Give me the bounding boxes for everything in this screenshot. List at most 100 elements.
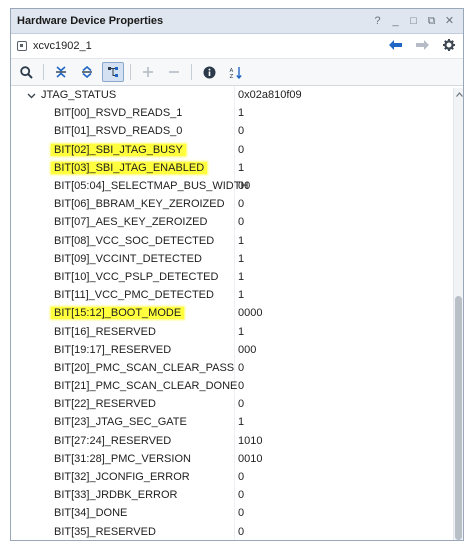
collapse-all-icon[interactable] (50, 62, 72, 82)
help-icon[interactable]: ? (372, 15, 383, 27)
tree-view-icon[interactable] (102, 62, 124, 82)
table-row[interactable]: BIT[23]_JTAG_SEC_GATE 1 (11, 413, 463, 432)
property-value: 0 (238, 489, 245, 502)
property-name: BIT[35]_RESERVED (54, 525, 156, 538)
hardware-device-properties-window: Hardware Device Properties ? _ □ ⧉ ✕ xcv… (10, 8, 464, 541)
title-bar: Hardware Device Properties ? _ □ ⧉ ✕ (11, 9, 463, 34)
info-icon[interactable] (198, 62, 220, 82)
property-name: BIT[03]_SBI_JTAG_ENABLED (11, 161, 234, 174)
property-name: BIT[31:28]_PMC_VERSION (54, 452, 191, 465)
toolbar-separator (130, 64, 131, 80)
table-row[interactable]: BIT[33]_JRDBK_ERROR 0 (11, 486, 463, 505)
property-value: 0 (238, 125, 245, 138)
property-value: 000 (238, 343, 257, 356)
table-row[interactable]: BIT[09]_VCCINT_DETECTED 1 (11, 249, 463, 268)
property-value: 1 (238, 270, 245, 283)
forward-arrow-icon[interactable] (416, 39, 429, 53)
table-row[interactable]: BIT[00]_RSVD_READS_1 1 (11, 104, 463, 123)
property-value: 0x02a810f09 (238, 89, 302, 102)
table-row[interactable]: BIT[01]_RSVD_READS_0 0 (11, 122, 463, 141)
window-title: Hardware Device Properties (17, 15, 164, 27)
table-row[interactable]: BIT[22]_RESERVED 0 (11, 395, 463, 414)
sort-icon[interactable]: AZ (224, 62, 246, 82)
table-row[interactable]: BIT[02]_SBI_JTAG_BUSY 0 (11, 140, 463, 159)
property-name: BIT[05:04]_SELECTMAP_BUS_WIDTH (54, 180, 249, 193)
property-value: 0 (238, 507, 245, 520)
property-name: BIT[32]_JCONFIG_ERROR (54, 471, 190, 484)
property-value: 1 (238, 325, 245, 338)
back-arrow-icon[interactable] (389, 39, 402, 53)
property-name: BIT[07]_AES_KEY_ZEROIZED (54, 216, 208, 229)
table-row[interactable]: BIT[07]_AES_KEY_ZEROIZED 0 (11, 213, 463, 232)
table-row-group[interactable]: JTAG_STATUS 0x02a810f09 (11, 86, 463, 105)
table-row[interactable]: BIT[20]_PMC_SCAN_CLEAR_PASS 0 (11, 358, 463, 377)
property-name: BIT[09]_VCCINT_DETECTED (54, 252, 202, 265)
property-name: BIT[20]_PMC_SCAN_CLEAR_PASS (54, 361, 235, 374)
property-name: JTAG_STATUS (41, 89, 117, 102)
property-value: 1 (238, 416, 245, 429)
property-value: 1 (238, 289, 245, 302)
property-value: 0 (238, 380, 245, 393)
property-value: 0 (238, 398, 245, 411)
property-value: 1 (238, 107, 245, 120)
table-row[interactable]: BIT[08]_VCC_SOC_DETECTED 1 (11, 231, 463, 250)
close-icon[interactable]: ✕ (444, 15, 455, 27)
minimize-icon[interactable]: _ (390, 15, 401, 27)
toolbar-separator (43, 64, 44, 80)
table-row[interactable]: BIT[03]_SBI_JTAG_ENABLED 1 (11, 158, 463, 177)
device-name: xcvc1902_1 (33, 40, 92, 52)
vertical-scrollbar[interactable] (453, 88, 463, 540)
table-row[interactable]: BIT[32]_JCONFIG_ERROR 0 (11, 467, 463, 487)
table-row[interactable]: BIT[34]_DONE 0 (11, 504, 463, 523)
table-row[interactable]: BIT[27:24]_RESERVED 1010 (11, 431, 463, 450)
remove-icon[interactable] (163, 62, 185, 82)
property-name: BIT[02]_SBI_JTAG_BUSY (11, 143, 234, 156)
property-value: 1010 (238, 434, 263, 447)
property-name: BIT[21]_PMC_SCAN_CLEAR_DONE (54, 380, 238, 393)
add-icon[interactable] (137, 62, 159, 82)
property-name: BIT[00]_RSVD_READS_1 (54, 107, 183, 120)
toolbar: AZ (11, 59, 463, 86)
chip-icon (17, 41, 27, 51)
property-name: BIT[01]_RSVD_READS_0 (54, 125, 183, 138)
maximize-icon[interactable]: □ (408, 15, 419, 27)
property-value: 00 (238, 180, 251, 193)
table-row[interactable]: BIT[05:04]_SELECTMAP_BUS_WIDTH 00 (11, 176, 463, 196)
property-value: 0 (238, 525, 245, 538)
property-value: 1 (238, 252, 245, 265)
property-value: 0 (238, 361, 245, 374)
toolbar-separator (191, 64, 192, 80)
property-name: BIT[06]_BBRAM_KEY_ZEROIZED (54, 198, 225, 211)
table-row[interactable]: BIT[16]_RESERVED 1 (11, 322, 463, 341)
property-value: 1 (238, 161, 245, 174)
table-row[interactable]: BIT[06]_BBRAM_KEY_ZEROIZED 0 (11, 195, 463, 214)
property-value: 0 (238, 471, 245, 484)
property-value: 0 (238, 198, 245, 211)
gear-icon[interactable] (443, 38, 455, 54)
property-name: BIT[23]_JTAG_SEC_GATE (54, 416, 187, 429)
property-value: 0 (238, 216, 245, 229)
property-name: BIT[10]_VCC_PSLP_DETECTED (54, 270, 219, 283)
property-name: BIT[22]_RESERVED (54, 398, 156, 411)
table-row[interactable]: BIT[21]_PMC_SCAN_CLEAR_DONE 0 (11, 377, 463, 396)
property-name: BIT[33]_JRDBK_ERROR (54, 489, 178, 502)
property-name: BIT[34]_DONE (54, 507, 128, 520)
device-row: xcvc1902_1 (11, 34, 463, 59)
table-row[interactable]: BIT[11]_VCC_PMC_DETECTED 1 (11, 286, 463, 305)
table-row[interactable]: BIT[31:28]_PMC_VERSION 0010 (11, 449, 463, 468)
search-icon[interactable] (15, 62, 37, 82)
expand-all-icon[interactable] (76, 62, 98, 82)
table-row[interactable]: BIT[19:17]_RESERVED 000 (11, 340, 463, 359)
property-name: BIT[27:24]_RESERVED (54, 434, 172, 447)
scroll-up-icon[interactable] (455, 90, 463, 98)
float-window-icon[interactable]: ⧉ (426, 15, 437, 27)
table-row[interactable]: BIT[10]_VCC_PSLP_DETECTED 1 (11, 267, 463, 287)
property-value: 1 (238, 234, 245, 247)
svg-text:A: A (229, 68, 233, 74)
scrollbar-thumb[interactable] (455, 296, 462, 540)
property-value: 0 (238, 143, 245, 156)
property-name: BIT[11]_VCC_PMC_DETECTED (54, 289, 214, 302)
table-row[interactable]: BIT[15:12]_BOOT_MODE 0000 (11, 304, 463, 323)
table-row[interactable]: BIT[35]_RESERVED 0 (11, 522, 463, 540)
window-controls: ? _ □ ⧉ ✕ (372, 15, 455, 27)
